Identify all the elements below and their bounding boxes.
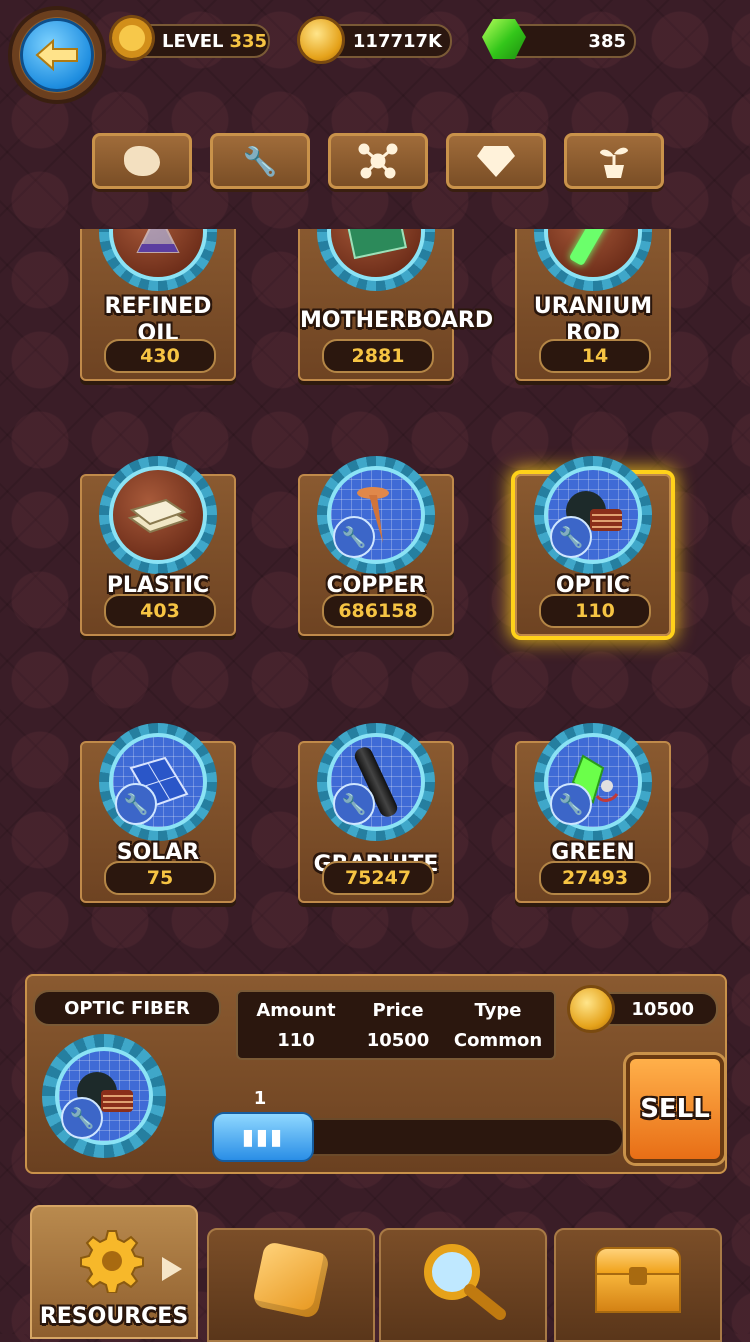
motherboard-icon [327, 229, 425, 281]
category-tab-gems[interactable] [446, 133, 546, 189]
category-tab-raw[interactable] [92, 133, 192, 189]
dice-icon [251, 1240, 331, 1320]
solar-panel-icon: 🔧 [109, 733, 207, 831]
wrench-icon: 🔧 [333, 783, 375, 825]
graphite-icon: 🔧 [327, 733, 425, 831]
item-card-optic-fiber[interactable]: 🔧 OPTIC FIBER 110 [515, 456, 671, 636]
item-card-plastic-plate[interactable]: PLASTIC PLATE 403 [80, 456, 236, 636]
price-label: Price [372, 1000, 424, 1021]
wrench-icon: 🔧 [61, 1097, 103, 1139]
item-quantity: 14 [539, 339, 651, 373]
nav-tab-search[interactable] [379, 1228, 547, 1342]
quantity-slider-handle[interactable]: ▮▮▮ [212, 1112, 314, 1162]
detail-title: OPTIC FIBER [33, 990, 221, 1026]
chest-icon [595, 1247, 681, 1313]
nav-tab-dice[interactable] [207, 1228, 375, 1342]
optic-fiber-icon: 🔧 [55, 1047, 153, 1145]
total-value: 10500 [631, 998, 694, 1020]
wrench-icon: 🔧 [333, 516, 375, 558]
item-grid: REFINED OIL 430 MOTHERBOARD 2881 URANIUM… [0, 229, 750, 949]
category-tab-plants[interactable] [564, 133, 664, 189]
coin-icon [297, 16, 345, 64]
item-quantity: 2881 [322, 339, 434, 373]
nav-tab-resources[interactable]: RESOURCES [30, 1205, 198, 1339]
wrench-icon: 🔧 [550, 783, 592, 825]
wrench-icon: 🔧 [242, 144, 278, 178]
wrench-icon: 🔧 [550, 516, 592, 558]
gem-value: 385 [588, 30, 626, 52]
magnifier-icon [424, 1244, 506, 1320]
copper-nail-icon: 🔧 [327, 466, 425, 564]
slider-count: 1 [253, 1088, 267, 1109]
item-quantity: 75247 [322, 861, 434, 895]
category-tab-chemical[interactable] [328, 133, 428, 189]
play-arrow-icon [162, 1257, 182, 1281]
item-name: MOTHERBOARD [300, 308, 494, 333]
grip-icon: ▮▮▮ [241, 1124, 285, 1150]
optic-fiber-icon: 🔧 [544, 466, 642, 564]
item-card-graphite[interactable]: 🔧 GRAPHITE 75247 [298, 723, 454, 903]
item-card-copper-nail[interactable]: 🔧 COPPER NAIL 686158 [298, 456, 454, 636]
molecule-icon [358, 143, 398, 179]
item-card-uranium-rod[interactable]: URANIUM ROD 14 [515, 229, 671, 381]
green-laser-icon: 🔧 [544, 733, 642, 831]
coin-value: 117717K [352, 30, 442, 52]
coin-icon [567, 985, 615, 1033]
item-card-green-laser[interactable]: 🔧 GREEN LASER 27493 [515, 723, 671, 903]
detail-stats: Amount 110 Price 10500 Type Common [236, 990, 556, 1060]
plastic-plate-icon [109, 466, 207, 564]
amount-value: 110 [277, 1030, 315, 1051]
item-card-solar-panel[interactable]: 🔧 SOLAR PANEL 75 [80, 723, 236, 903]
sell-button[interactable]: SELL [626, 1055, 724, 1163]
nav-tab-chest[interactable] [554, 1228, 722, 1342]
item-card-refined-oil[interactable]: REFINED OIL 430 [80, 229, 236, 381]
flask-icon [109, 229, 207, 281]
level-label: LEVEL [162, 30, 224, 52]
back-button[interactable] [12, 10, 102, 100]
detail-item-icon: 🔧 [42, 1034, 166, 1158]
type-value: Common [453, 1030, 543, 1051]
gear-icon [112, 18, 152, 58]
gear-icon [80, 1230, 144, 1293]
item-quantity: 430 [104, 339, 216, 373]
item-quantity: 686158 [322, 594, 434, 628]
amount-label: Amount [256, 1000, 336, 1021]
price-value: 10500 [366, 1030, 430, 1051]
plant-icon [600, 147, 628, 178]
item-quantity: 27493 [539, 861, 651, 895]
item-quantity: 403 [104, 594, 216, 628]
item-quantity: 75 [104, 861, 216, 895]
stone-icon [124, 146, 160, 176]
wrench-icon: 🔧 [115, 783, 157, 825]
back-arrow-icon [35, 38, 78, 72]
item-card-motherboard[interactable]: MOTHERBOARD 2881 [298, 229, 494, 381]
uranium-rod-icon [544, 229, 642, 281]
nav-label-resources: RESOURCES [39, 1304, 189, 1329]
diamond-icon [477, 146, 515, 177]
category-tab-crafted[interactable]: 🔧 [210, 133, 310, 189]
item-quantity: 110 [539, 594, 651, 628]
level-value: 335 [229, 30, 268, 52]
type-label: Type [474, 1000, 522, 1021]
